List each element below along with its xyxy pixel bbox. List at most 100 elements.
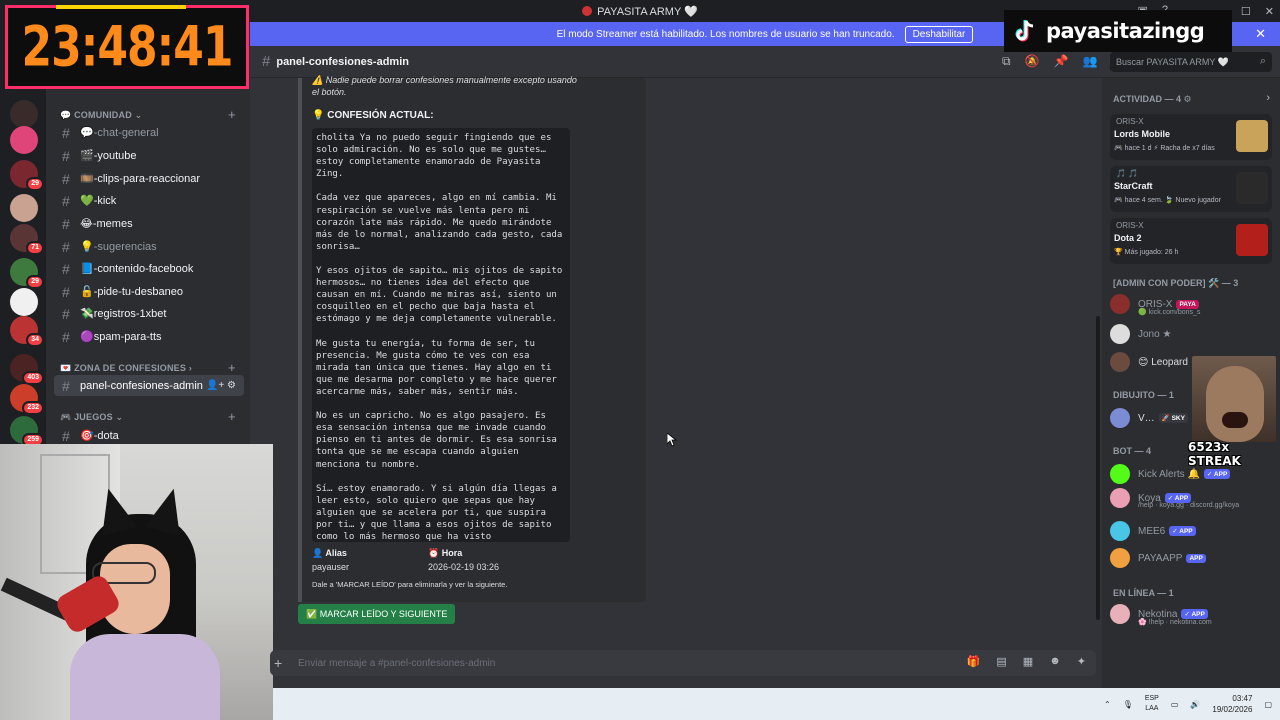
activity-card[interactable]: ORIS-X Lords Mobile 🎮 hace 1 d ⚡ Racha d… [1110, 114, 1272, 160]
channel-memes[interactable]: # 😂-memes [54, 213, 244, 234]
server-icon-6[interactable]: 29 [10, 258, 44, 289]
online-role-header: En línea — 1 [1113, 588, 1174, 598]
notification-icon[interactable]: ▢ [1264, 700, 1272, 709]
server-icon-4[interactable] [10, 194, 38, 222]
server-icon-2[interactable] [10, 126, 38, 154]
embed-title: 💡 CONFESIÓN ACTUAL: [312, 110, 434, 121]
member-name: Jono ★ [1138, 328, 1172, 340]
channel-chat-general[interactable]: # 💬-chat-general [54, 122, 244, 143]
member-bot-3[interactable]: MEE6 ✓ APP [1110, 519, 1270, 543]
system-clock[interactable]: 03:47 19/02/2026 [1212, 693, 1252, 715]
add-channel-icon[interactable]: + [228, 360, 236, 375]
channel-label: 📘-contenido-facebook [80, 263, 194, 275]
chevron-right-icon[interactable]: › [1266, 92, 1270, 104]
mic-icon[interactable]: 🎙 [1123, 700, 1133, 709]
member-admin-1[interactable]: ORIS-X PAYA 🟢 kick.com/boris_s [1110, 292, 1270, 316]
mute-icon[interactable]: 🔕 [1025, 54, 1040, 69]
cat-ear-right [144, 484, 192, 536]
server-badge: 403 [22, 371, 44, 385]
server-icon-5[interactable]: 71 [10, 224, 44, 255]
activity-game: Lords Mobile [1114, 129, 1170, 139]
language-indicator[interactable]: ESP LAA [1145, 694, 1159, 714]
channel-settings-icon[interactable]: 👤+ ⚙ [206, 380, 236, 391]
channel-contenido-facebook[interactable]: # 📘-contenido-facebook [54, 258, 244, 279]
members-icon[interactable]: 👥 [1082, 54, 1097, 69]
member-admin-2[interactable]: Jono ★ [1110, 322, 1270, 346]
threads-icon[interactable]: ⧉ [1002, 54, 1011, 69]
activity-card[interactable]: 🎵 🎵 StarCraft 🎮 hace 4 sem. 🍃 Nuevo juga… [1110, 166, 1272, 212]
os-taskbar: ⌃ 🎙 ESP LAA ▭ 🔊 03:47 19/02/2026 ▢ [273, 688, 1280, 720]
channel-panel-confesiones-admin[interactable]: # panel-confesiones-admin 👤+ ⚙ [54, 375, 244, 396]
disable-streamer-mode-button[interactable]: Deshabilitar [904, 25, 974, 43]
member-status: 🌸 !help · nekotina.com [1138, 619, 1212, 626]
channel-label: 💬-chat-general [80, 127, 159, 139]
lang-secondary: LAA [1145, 705, 1159, 712]
close-banner-icon[interactable]: ✕ [1255, 26, 1266, 42]
member-bot-2[interactable]: Koya ✓ APP /help · koya.gg · discord.gg/… [1110, 486, 1270, 510]
close-window-button[interactable]: ✕ [1265, 5, 1274, 18]
add-channel-icon[interactable]: + [228, 409, 236, 424]
channel-desbaneo[interactable]: # 🔓-pide-tu-desbaneo [54, 281, 244, 302]
dibujito-role-header: DIBUJITO — 1 [1113, 390, 1174, 400]
hash-icon: # [62, 328, 70, 345]
channel-label: 💡-sugerencias [80, 241, 157, 253]
search-box[interactable]: Buscar PAYASITA ARMY 🤍 ⌕ [1110, 52, 1272, 72]
category-label: 🎮 JUEGOS ⌄ [60, 412, 124, 422]
message-scrollbar[interactable] [1096, 316, 1100, 620]
channel-clips[interactable]: # 🎞️-clips-para-reaccionar [54, 168, 244, 189]
hash-icon: # [62, 305, 70, 322]
gif-icon[interactable]: ▤ [996, 655, 1006, 668]
activity-meta: 🎮 hace 4 sem. 🍃 Nuevo jugador [1114, 197, 1221, 204]
add-attachment-icon[interactable]: + [274, 655, 282, 671]
hash-icon: # [62, 147, 70, 164]
maximize-button[interactable]: ☐ [1241, 5, 1251, 18]
window-title-text: PAYASITA ARMY 🤍 [597, 5, 698, 18]
network-icon[interactable]: ▭ [1171, 700, 1179, 709]
search-placeholder: Buscar PAYASITA ARMY 🤍 [1116, 57, 1229, 67]
channel-kick[interactable]: # 💚-kick [54, 190, 244, 211]
category-comunidad[interactable]: 💬 COMUNIDAD ⌄ + [60, 107, 236, 122]
server-icon-8[interactable]: 34 [10, 316, 44, 347]
activity-card[interactable]: ORIS-X Dota 2 🏆 Más jugado: 26 h [1110, 218, 1272, 264]
channel-label: 🔓-pide-tu-desbaneo [80, 286, 183, 298]
apps-icon[interactable]: ✦ [1077, 655, 1086, 668]
member-name: 😊 Leopard [1138, 356, 1188, 368]
avatar [1110, 464, 1130, 484]
emoji-icon[interactable]: ☻ [1049, 655, 1061, 668]
chevron-up-icon[interactable]: ⌃ [1104, 700, 1111, 709]
member-online-1[interactable]: Nekotina ✓ APP 🌸 !help · nekotina.com [1110, 602, 1270, 626]
meme-image-overlay [1192, 356, 1276, 442]
category-juegos[interactable]: 🎮 JUEGOS ⌄ + [60, 409, 236, 424]
channel-sugerencias[interactable]: # 💡-sugerencias [54, 236, 244, 257]
member-bot-4[interactable]: PAYAAPP APP [1110, 546, 1270, 570]
add-channel-icon[interactable]: + [228, 107, 236, 122]
server-icon-11[interactable]: 259 [10, 416, 44, 447]
pin-icon[interactable]: 📌 [1054, 54, 1069, 69]
channel-registros[interactable]: # 💸registros-1xbet [54, 303, 244, 324]
stream-timer-overlay: 23:48:41 [5, 5, 249, 89]
server-icon-3[interactable]: 29 [10, 160, 44, 191]
gift-icon[interactable]: 🎁 [967, 655, 981, 668]
sticker-icon[interactable]: ▦ [1023, 655, 1033, 668]
tiktok-logo-icon [1012, 18, 1038, 44]
server-icon-1[interactable] [10, 100, 38, 128]
channel-youtube[interactable]: # 🎬-youtube [54, 145, 244, 166]
server-icon-10[interactable]: 232 [10, 384, 44, 415]
hora-label: ⏰ Hora [428, 548, 463, 558]
hash-icon: # [62, 124, 70, 141]
app-badge: ✓ APP [1203, 469, 1231, 479]
member-name: PAYAAPP [1138, 552, 1183, 564]
mark-read-next-button[interactable]: ✅ MARCAR LEÍDO Y SIGUIENTE [298, 604, 456, 624]
category-label: 💌 ZONA DE CONFESIONES › [60, 363, 192, 373]
category-confesiones[interactable]: 💌 ZONA DE CONFESIONES › + [60, 360, 236, 375]
server-icon-7[interactable] [10, 288, 38, 316]
member-status: /help · koya.gg · discord.gg/koya [1138, 502, 1240, 509]
tiktok-overlay: payasitazingg [1004, 10, 1232, 52]
volume-icon[interactable]: 🔊 [1190, 700, 1200, 709]
message-input[interactable] [298, 656, 898, 670]
member-name: Kick Alerts 🔔 [1138, 468, 1200, 480]
channel-spam-tts[interactable]: # 🟣spam-para-tts [54, 326, 244, 347]
channel-dota[interactable]: # 🎯-dota [54, 425, 244, 446]
confession-embed: ⚠️ Nadie puede borrar confesiones manual… [298, 75, 646, 602]
server-icon-9[interactable]: 403 [10, 354, 44, 385]
